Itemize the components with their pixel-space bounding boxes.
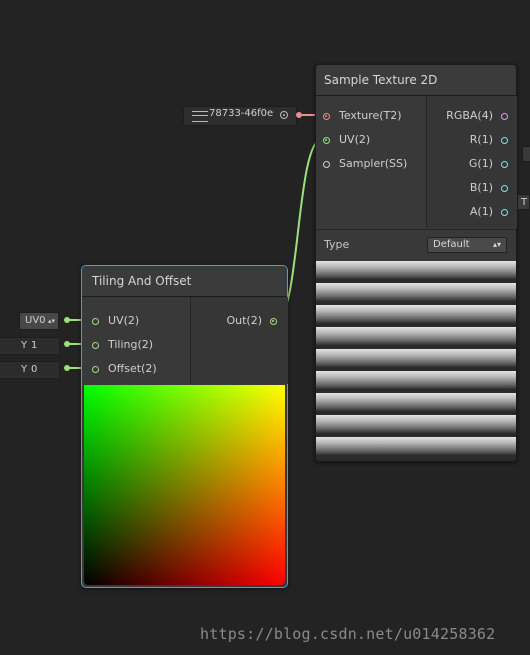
texture-preview <box>316 261 516 461</box>
uv-port-icon[interactable] <box>323 137 330 144</box>
port-tiling[interactable]: Tiling(2) <box>82 335 189 355</box>
port-label: Texture(T2) <box>339 109 402 122</box>
port-label: A(1) <box>469 205 493 218</box>
port-uv[interactable]: UV(2) <box>316 130 425 150</box>
dropdown-arrows-icon: ▴▾ <box>492 240 501 249</box>
b-port-icon[interactable] <box>501 185 508 192</box>
port-label: Out(2) <box>226 314 262 327</box>
node-title: Sample Texture 2D <box>316 65 516 96</box>
port-g[interactable]: G(1) <box>426 154 516 174</box>
port-sampler[interactable]: Sampler(SS) <box>316 154 425 174</box>
uv-preview <box>84 385 285 585</box>
type-label: Type <box>324 238 350 251</box>
port-label: G(1) <box>468 157 493 170</box>
tiling-field[interactable]: Y 1 <box>0 337 60 355</box>
uv-channel-dropdown[interactable]: UV0 ▴▾ <box>19 312 59 330</box>
port-label: RGBA(4) <box>446 109 493 122</box>
object-picker-icon[interactable] <box>280 111 288 119</box>
r-port-icon[interactable] <box>501 137 508 144</box>
offset-y-value[interactable]: 0 <box>31 362 57 376</box>
offscreen-node-fragment-text: T <box>517 194 530 210</box>
port-out[interactable]: Out(2) <box>190 311 287 331</box>
uv-port-icon[interactable] <box>92 318 99 325</box>
sampler-port-icon[interactable] <box>323 161 330 168</box>
rgba-port-icon[interactable] <box>501 113 508 120</box>
node-title: Tiling And Offset <box>82 266 287 297</box>
tiling-port-icon[interactable] <box>92 342 99 349</box>
offset-port-icon[interactable] <box>92 366 99 373</box>
port-uv[interactable]: UV(2) <box>82 311 189 331</box>
port-label: B(1) <box>469 181 493 194</box>
port-label: UV(2) <box>108 314 140 327</box>
texture-asset-field[interactable]: 78733-46f0e <box>183 106 297 126</box>
texture-port-icon[interactable] <box>323 113 330 120</box>
port-rgba[interactable]: RGBA(4) <box>426 106 516 126</box>
out-port-icon[interactable] <box>270 318 277 325</box>
sample-texture-2d-node[interactable]: Sample Texture 2D Texture(T2) UV(2) Samp… <box>315 64 517 462</box>
port-offset[interactable]: Offset(2) <box>82 359 189 379</box>
texture-thumbnail-icon <box>192 111 208 122</box>
port-label: Offset(2) <box>108 362 157 375</box>
tiling-y-value[interactable]: 1 <box>31 338 57 352</box>
type-row: Type Default ▴▾ <box>316 229 516 261</box>
a-port-icon[interactable] <box>501 209 508 216</box>
port-label: Tiling(2) <box>108 338 154 351</box>
port-texture[interactable]: Texture(T2) <box>316 106 425 126</box>
port-b[interactable]: B(1) <box>426 178 516 198</box>
dropdown-arrows-icon: ▴▾ <box>47 317 55 325</box>
port-label: R(1) <box>469 133 493 146</box>
offset-y-label: Y <box>21 364 28 375</box>
port-a[interactable]: A(1) <box>426 202 516 222</box>
offscreen-node-fragment <box>522 146 530 162</box>
offset-field[interactable]: Y 0 <box>0 361 60 379</box>
type-dropdown[interactable]: Default ▴▾ <box>427 237 507 253</box>
tiling-and-offset-node[interactable]: Tiling And Offset UV(2) Tiling(2) Offset… <box>81 265 288 588</box>
port-r[interactable]: R(1) <box>426 130 516 150</box>
uv-channel-value: UV0 <box>25 315 46 326</box>
watermark-text: https://blog.csdn.net/u014258362 <box>200 625 496 643</box>
port-label: UV(2) <box>339 133 371 146</box>
g-port-icon[interactable] <box>501 161 508 168</box>
port-label: Sampler(SS) <box>339 157 408 170</box>
texture-asset-name: 78733-46f0e <box>209 108 274 119</box>
type-dropdown-value: Default <box>433 239 470 250</box>
tiling-y-label: Y <box>21 340 28 351</box>
